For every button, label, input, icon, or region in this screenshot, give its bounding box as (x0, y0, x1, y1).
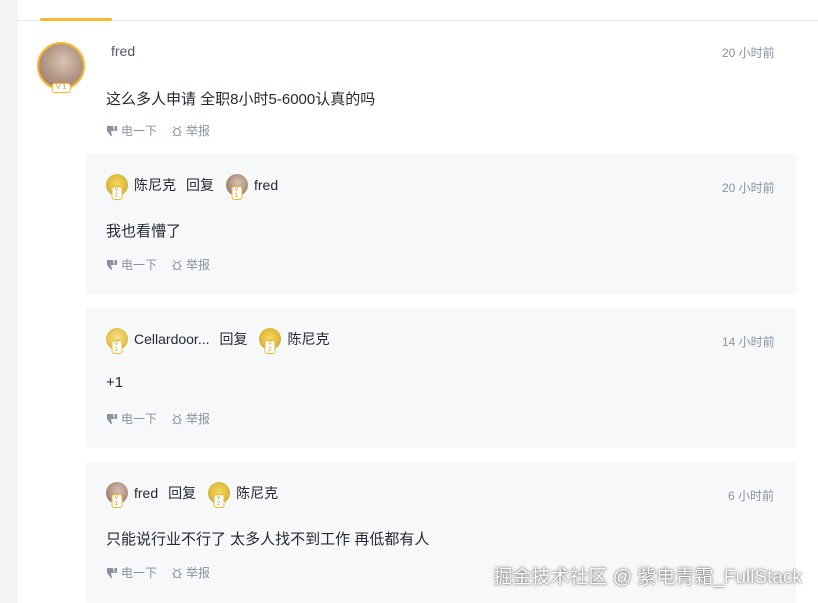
reply-actions: 电一下 举报 (106, 256, 210, 273)
watermark: 掘金技术社区 @ 紫电青霜_FullStack (493, 567, 802, 588)
level-badge: V 2 (264, 340, 276, 354)
report-label: 举报 (186, 566, 211, 580)
reply-header: V 1 Cellardoor... 回复 V 2 陈尼克 (106, 328, 329, 354)
reply-author[interactable]: fred (134, 485, 158, 501)
reply-text: 只能说行业不行了 太多人找不到工作 再低都有人 (106, 531, 430, 548)
reply-time: 20 小时前 (722, 181, 775, 195)
reply-label: 回复 (168, 485, 197, 501)
reply-time: 6 小时前 (728, 489, 775, 503)
report-button[interactable]: 举报 (171, 122, 210, 139)
avatar[interactable]: V 1 (37, 42, 85, 93)
dislike-label: 电一下 (121, 412, 158, 426)
reply-header: V 1 fred 回复 V 2 陈尼克 (106, 482, 278, 508)
level-badge: V 2 (111, 186, 123, 200)
dislike-button[interactable]: 电一下 (106, 122, 157, 139)
avatar[interactable]: V 1 (106, 328, 128, 354)
reply-item: V 1 Cellardoor... 回复 V 2 陈尼克 14 小时前 +1 电… (86, 308, 796, 448)
bug-icon (172, 259, 183, 270)
dislike-label: 电一下 (121, 124, 158, 138)
report-button[interactable]: 举报 (171, 256, 210, 273)
level-badge: V 1 (111, 340, 123, 354)
comment-panel: V 1 fred 20 小时前 这么多人申请 全职8小时5-6000认真的吗 电… (18, 0, 818, 603)
active-tab-indicator (40, 18, 112, 21)
bug-icon (172, 567, 183, 578)
thumb-down-icon (107, 413, 117, 424)
comment-text: 这么多人申请 全职8小时5-6000认真的吗 (106, 91, 376, 108)
avatar[interactable]: V 1 (226, 174, 248, 200)
reply-label: 回复 (219, 331, 248, 347)
reply-label: 回复 (186, 177, 214, 193)
avatar[interactable]: V 2 (208, 482, 231, 508)
dislike-button[interactable]: 电一下 (106, 410, 157, 427)
reply-target[interactable]: fred (254, 177, 278, 193)
report-button[interactable]: 举报 (171, 564, 210, 581)
thumb-down-icon (107, 259, 117, 270)
reply-actions: 电一下 举报 (106, 410, 210, 427)
level-badge: V 1 (231, 186, 243, 200)
dislike-label: 电一下 (121, 566, 158, 580)
dislike-label: 电一下 (121, 258, 158, 272)
reply-text: 我也看懵了 (106, 223, 182, 240)
bug-icon (172, 125, 183, 136)
reply-item: V 2 陈尼克 回复 V 1 fred 20 小时前 我也看懵了 电一下 举报 (86, 154, 796, 294)
avatar[interactable]: V 1 (106, 482, 128, 508)
level-badge: V 2 (213, 494, 225, 508)
bug-icon (172, 413, 183, 424)
thumb-down-icon (107, 567, 117, 578)
reply-author[interactable]: Cellardoor... (134, 331, 209, 347)
comment-author[interactable]: fred (111, 43, 135, 59)
reply-time: 14 小时前 (722, 335, 775, 349)
comment-time: 20 小时前 (722, 46, 775, 60)
level-badge: V 1 (51, 83, 71, 93)
report-label: 举报 (186, 258, 211, 272)
avatar[interactable]: V 2 (259, 328, 282, 354)
tab-divider (18, 20, 818, 21)
report-button[interactable]: 举报 (171, 410, 210, 427)
reply-actions: 电一下 举报 (106, 564, 210, 581)
dislike-button[interactable]: 电一下 (106, 256, 157, 273)
reply-target[interactable]: 陈尼克 (287, 329, 329, 349)
report-label: 举报 (186, 412, 211, 426)
reply-text: +1 (106, 374, 124, 391)
thumb-down-icon (107, 125, 117, 136)
level-badge: V 1 (111, 494, 123, 508)
report-label: 举报 (186, 124, 211, 138)
reply-target[interactable]: 陈尼克 (236, 483, 278, 503)
reply-author[interactable]: 陈尼克 (134, 175, 176, 195)
dislike-button[interactable]: 电一下 (106, 564, 157, 581)
reply-header: V 2 陈尼克 回复 V 1 fred (106, 174, 278, 200)
comment-actions: 电一下 举报 (106, 122, 210, 139)
avatar[interactable]: V 2 (106, 174, 128, 200)
